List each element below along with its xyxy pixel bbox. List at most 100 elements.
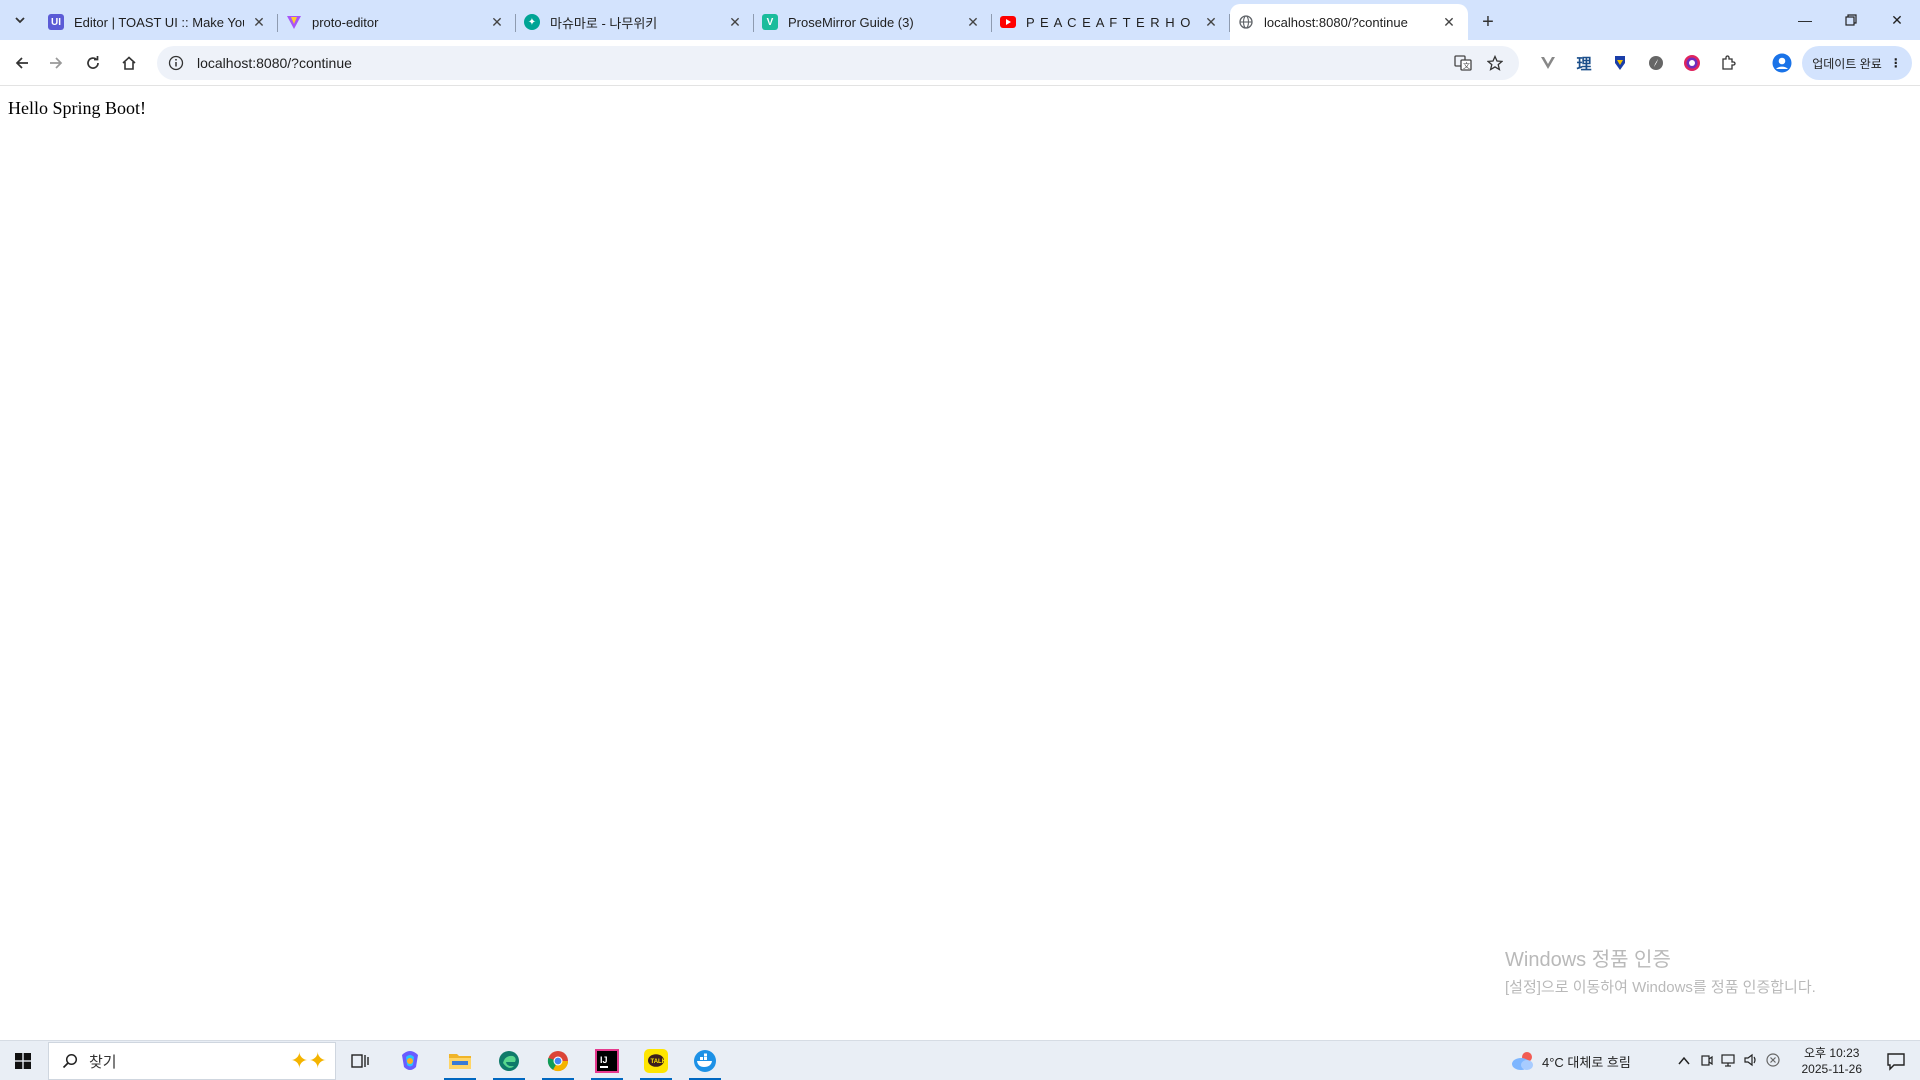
tab-proto-editor[interactable]: proto-editor ✕	[278, 4, 516, 40]
weather-widget[interactable]: 4°C 대체로 흐림	[1510, 1041, 1631, 1080]
copilot-icon	[402, 1051, 418, 1070]
namuwiki-icon: ✦	[524, 14, 540, 30]
svg-text:TALK: TALK	[651, 1059, 667, 1065]
close-icon[interactable]: ✕	[1440, 13, 1458, 31]
tab-namuwiki[interactable]: ✦ 마슈마로 - 나무위키 ✕	[516, 4, 754, 40]
taskbar-app-file-explorer[interactable]	[440, 1041, 480, 1080]
intellij-icon: IJ	[595, 1049, 619, 1073]
tab-toast-ui[interactable]: UI Editor | TOAST UI :: Make Your Web De…	[40, 4, 278, 40]
arrow-left-icon	[15, 57, 28, 69]
tab-search-button[interactable]	[6, 6, 34, 34]
sparkle-icon: ✦✦	[290, 1048, 327, 1073]
vue-devtools-extension-icon[interactable]	[1532, 47, 1564, 79]
close-icon[interactable]: ✕	[964, 13, 982, 31]
tab-youtube[interactable]: P E A C E A F T E R H O ✕	[992, 4, 1230, 40]
tab-title: ProseMirror Guide (3)	[788, 14, 914, 30]
close-icon[interactable]: ✕	[488, 13, 506, 31]
page-content: Hello Spring Boot! Windows 정품 인증 [설정]으로 …	[0, 87, 1920, 1040]
download-extension-icon[interactable]	[1604, 47, 1636, 79]
update-complete-button[interactable]: 업데이트 완료 ⋮	[1802, 46, 1912, 80]
extensions-puzzle-icon[interactable]	[1712, 47, 1744, 79]
restore-icon	[1845, 14, 1857, 26]
back-button[interactable]	[6, 47, 38, 79]
toast-ui-icon: UI	[48, 14, 64, 30]
translate-icon[interactable]: 文	[1447, 49, 1479, 77]
bookmark-star-icon[interactable]	[1479, 49, 1511, 77]
info-icon[interactable]	[167, 54, 185, 72]
clock-date: 2025-11-26	[1801, 1062, 1863, 1076]
activation-watermark: Windows 정품 인증 [설정]으로 이동하여 Windows를 정품 인증…	[1505, 943, 1816, 997]
home-icon	[122, 56, 136, 70]
camera-icon[interactable]	[1696, 1053, 1718, 1070]
svg-text:IJ: IJ	[600, 1055, 608, 1065]
taskbar-search[interactable]: 찾기 ✦✦	[48, 1042, 336, 1080]
chrome-icon	[547, 1051, 569, 1072]
tab-title: P E A C E A F T E R H O	[1026, 14, 1192, 30]
taskbar-app-edge[interactable]	[489, 1041, 529, 1080]
taskbar-app-copilot[interactable]	[390, 1041, 430, 1080]
task-view-icon	[351, 1054, 369, 1068]
page-text: Hello Spring Boot!	[8, 98, 146, 118]
volume-icon[interactable]	[1740, 1053, 1762, 1070]
clock[interactable]: 오후 10:23 2025-11-26	[1802, 1045, 1863, 1077]
update-label: 업데이트 완료	[1812, 56, 1882, 71]
task-view-button[interactable]	[340, 1041, 380, 1080]
plus-icon: +	[1482, 10, 1494, 33]
close-icon[interactable]: ✕	[726, 13, 744, 31]
clock-time: 오후 10:23	[1804, 1046, 1860, 1060]
tab-title: proto-editor	[312, 14, 379, 30]
close-window-button[interactable]: ✕	[1874, 0, 1920, 40]
profile-avatar[interactable]	[1766, 47, 1798, 79]
tabs: UI Editor | TOAST UI :: Make Your Web De…	[40, 4, 1502, 40]
chevron-up-icon[interactable]	[1672, 1054, 1696, 1069]
cloudy-weather-icon	[1512, 1052, 1533, 1070]
battery-status-icon[interactable]	[1762, 1052, 1784, 1070]
url-text[interactable]: localhost:8080/?continue	[197, 55, 1447, 71]
notification-button[interactable]	[1886, 1051, 1906, 1071]
taskbar-app-kakaotalk[interactable]: TALK	[636, 1041, 676, 1080]
taskbar-app-chrome[interactable]	[538, 1041, 578, 1080]
minimize-icon: —	[1798, 12, 1812, 28]
home-button[interactable]	[113, 47, 145, 79]
browser-toolbar: localhost:8080/?continue 文 理 업데이트 완료 ⋮	[0, 40, 1920, 86]
taskbar-app-docker[interactable]	[685, 1041, 725, 1080]
window-controls: — ✕	[1782, 0, 1920, 40]
system-tray	[1672, 1041, 1784, 1080]
forward-button[interactable]	[40, 47, 72, 79]
notification-icon	[1887, 1053, 1905, 1071]
compass-extension-icon[interactable]	[1640, 47, 1672, 79]
tab-prosemirror[interactable]: V ProseMirror Guide (3) ✕	[754, 4, 992, 40]
windows-logo-icon	[15, 1053, 31, 1069]
reload-icon	[87, 56, 99, 69]
arrow-right-icon	[50, 57, 63, 69]
watermark-title: Windows 정품 인증	[1505, 949, 1671, 971]
close-icon[interactable]: ✕	[250, 13, 268, 31]
new-tab-button[interactable]: +	[1474, 8, 1502, 36]
search-placeholder: 찾기	[89, 1053, 117, 1071]
taskbar: 찾기 ✦✦ IJ TALK 4°C 대체로 흐림 오후 10:23 2025-1…	[0, 1040, 1920, 1080]
taskbar-app-intellij[interactable]: IJ	[587, 1041, 627, 1080]
tab-localhost[interactable]: localhost:8080/?continue ✕	[1230, 4, 1468, 40]
kakaotalk-icon: TALK	[644, 1049, 668, 1073]
tab-title: localhost:8080/?continue	[1264, 14, 1408, 30]
youtube-icon	[1000, 14, 1016, 30]
minimize-button[interactable]: —	[1782, 0, 1828, 40]
restore-button[interactable]	[1828, 0, 1874, 40]
vue-icon: V	[762, 14, 778, 30]
color-picker-extension-icon[interactable]	[1676, 47, 1708, 79]
reload-button[interactable]	[77, 47, 109, 79]
tab-title: 마슈마로 - 나무위키	[550, 15, 658, 31]
address-bar[interactable]: localhost:8080/?continue 文	[157, 46, 1519, 80]
hanja-extension-icon[interactable]: 理	[1568, 47, 1600, 79]
close-icon[interactable]: ✕	[1202, 13, 1220, 31]
network-icon[interactable]	[1718, 1053, 1740, 1070]
more-vertical-icon: ⋮	[1889, 56, 1902, 70]
folder-icon	[449, 1054, 471, 1069]
start-button[interactable]	[0, 1041, 46, 1080]
globe-icon	[1238, 14, 1254, 30]
search-icon	[61, 1052, 79, 1070]
vite-icon	[286, 14, 302, 30]
svg-text:文: 文	[1463, 61, 1470, 70]
chevron-down-icon	[15, 17, 25, 24]
close-icon: ✕	[1891, 11, 1903, 28]
